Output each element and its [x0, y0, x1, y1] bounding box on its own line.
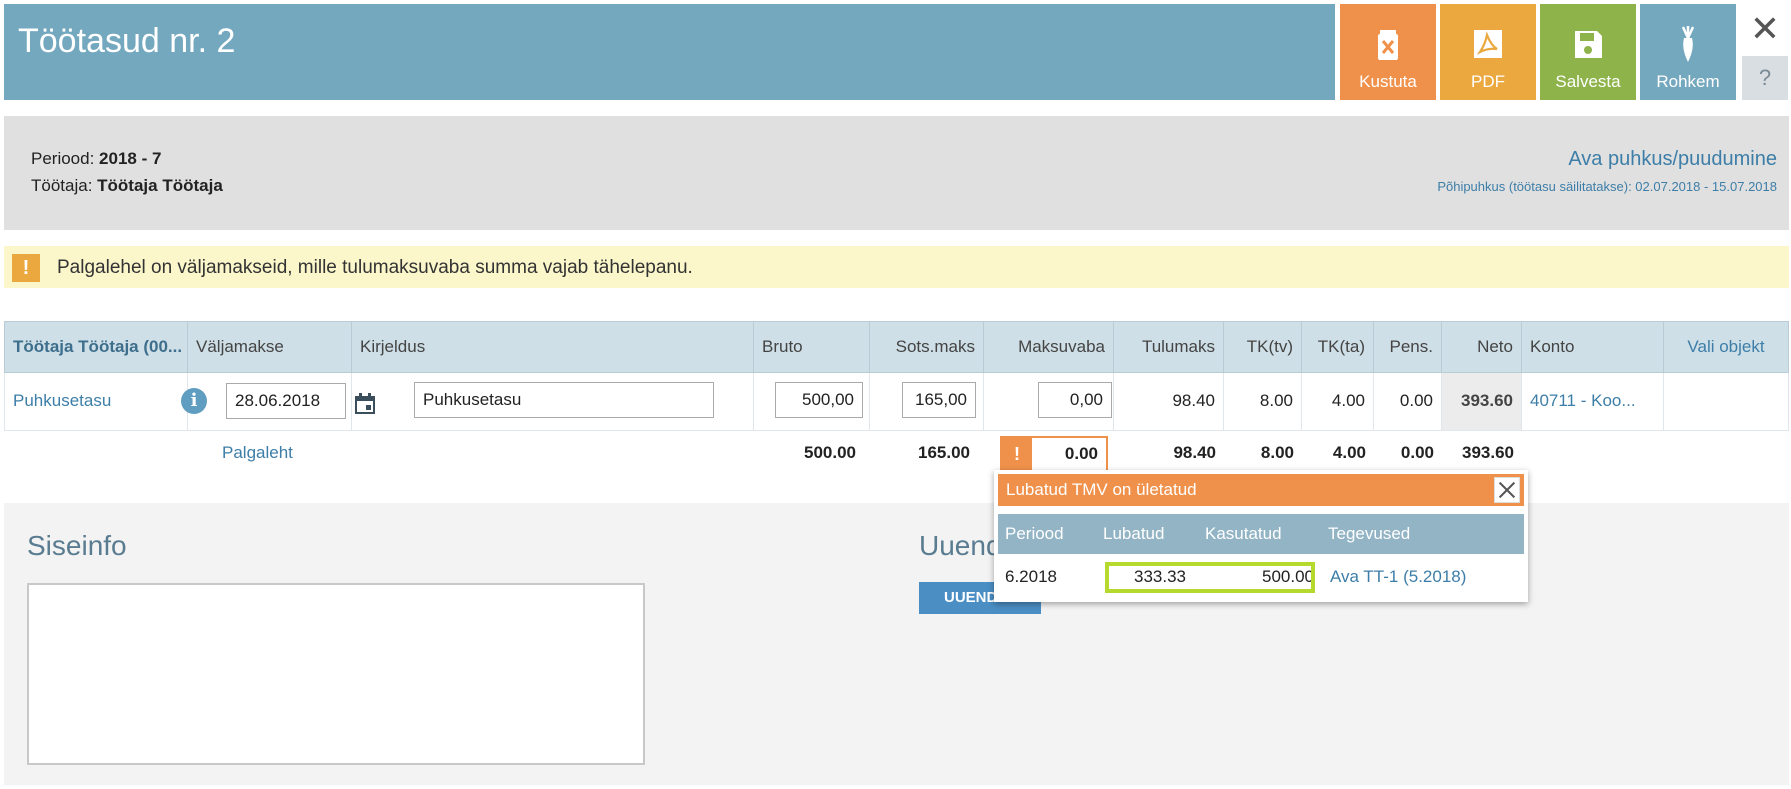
more-button[interactable]: Rohkem — [1640, 4, 1736, 100]
payout-date-input[interactable]: 28.06.2018 — [226, 383, 346, 419]
row-tk-tv: 8.00 — [1224, 373, 1302, 431]
warning-icon: ! — [12, 254, 40, 282]
pdf-icon — [1474, 30, 1502, 58]
popup-row-period: 6.2018 — [1005, 567, 1057, 586]
header-payout: Väljamakse — [188, 321, 352, 373]
header-net: Neto — [1442, 321, 1522, 373]
header-pension: Pens. — [1374, 321, 1442, 373]
select-object-link[interactable]: Vali objekt — [1664, 321, 1789, 373]
updates-title: Uuend — [919, 530, 1002, 561]
row-type-link[interactable]: Puhkusetasu — [13, 391, 111, 410]
warning-text: Palgalehel on väljamakseid, mille tuluma… — [57, 257, 693, 278]
delete-button[interactable]: Kustuta — [1340, 4, 1436, 100]
account-link[interactable]: 40711 - Koo... — [1530, 391, 1636, 410]
header-social: Sots.maks — [870, 321, 984, 373]
taxfree-total-warning[interactable]: ! 0.00 — [1000, 436, 1108, 472]
employee-value: Töötaja Töötaja — [97, 176, 223, 195]
popup-title: Lubatud TMV on ületatud — [998, 474, 1524, 506]
total-tk-tv: 8.00 — [1260, 443, 1294, 462]
header-tk-tv: TK(tv) — [1224, 321, 1302, 373]
warning-banner: ! Palgalehel on väljamakseid, mille tulu… — [4, 246, 1789, 288]
row-pension: 0.00 — [1374, 373, 1442, 431]
row-incometax: 98.40 — [1114, 373, 1224, 431]
page-title: Töötasud nr. 2 — [18, 22, 236, 60]
popup-col-period: Periood — [1005, 524, 1064, 543]
close-icon[interactable]: ✕ — [1742, 4, 1788, 54]
header-gross: Bruto — [754, 321, 870, 373]
header-account: Konto — [1522, 321, 1664, 373]
pdf-button[interactable]: PDF — [1440, 4, 1536, 100]
pdf-label: PDF — [1471, 72, 1505, 91]
page-header: Töötasud nr. 2 — [4, 4, 1335, 100]
row-object-cell — [1664, 373, 1789, 431]
social-tax-input[interactable]: 165,00 — [902, 382, 976, 418]
header-incometax: Tulumaks — [1114, 321, 1224, 373]
employee-label: Töötaja: — [31, 176, 98, 195]
row-tk-ta: 4.00 — [1302, 373, 1374, 431]
header-tk-ta: TK(ta) — [1302, 321, 1374, 373]
employee-line: Töötaja: Töötaja Töötaja — [31, 176, 223, 196]
floppy-icon — [1575, 31, 1602, 58]
payslip-link[interactable]: Palgaleht — [222, 443, 342, 463]
popup-open-tt1-link[interactable]: Ava TT-1 (5.2018) — [1330, 556, 1466, 598]
taxfree-input[interactable]: 0,00 — [1038, 382, 1112, 418]
popup-col-actions: Tegevused — [1328, 524, 1411, 543]
info-panel: Periood: 2018 - 7 Töötaja: Töötaja Tööta… — [4, 116, 1789, 230]
popup-close-icon[interactable] — [1494, 477, 1520, 503]
more-label: Rohkem — [1656, 72, 1720, 91]
header-employee[interactable]: Töötaja Töötaja (00... — [4, 321, 188, 373]
total-pension: 0.00 — [1400, 443, 1434, 462]
row-type-cell: Puhkusetasu — [4, 373, 188, 431]
row-account-cell: 40711 - Koo... — [1522, 373, 1664, 431]
header-taxfree: Maksuvaba — [984, 321, 1114, 373]
description-input[interactable]: Puhkusetasu — [414, 382, 714, 418]
help-button[interactable]: ? — [1742, 56, 1788, 100]
total-taxfree: 0.00 — [1064, 444, 1098, 463]
total-incometax: 98.40 — [1173, 443, 1216, 462]
total-social: 165.00 — [918, 443, 970, 462]
save-button[interactable]: Salvesta — [1540, 4, 1636, 100]
taxfree-warning-icon: ! — [1002, 438, 1032, 470]
header-description: Kirjeldus — [352, 321, 754, 373]
popup-col-used: Kasutatud — [1205, 524, 1282, 543]
popup-table-header: Periood Lubatud Kasutatud Tegevused — [998, 514, 1524, 554]
period-label: Periood: — [31, 149, 100, 168]
popup-col-allowed: Lubatud — [1103, 524, 1165, 543]
save-label: Salvesta — [1555, 72, 1621, 91]
row-net: 393.60 — [1442, 373, 1522, 431]
period-value: 2018 - 7 — [99, 149, 162, 168]
popup-value-highlight — [1105, 562, 1315, 593]
gross-input[interactable]: 500,00 — [775, 382, 863, 418]
total-net: 393.60 — [1462, 443, 1514, 462]
carrot-icon — [1681, 26, 1695, 62]
internal-info-textarea[interactable] — [27, 583, 645, 765]
tmv-exceeded-popup: Lubatud TMV on ületatud Periood Lubatud … — [994, 470, 1528, 602]
popup-title-text: Lubatud TMV on ületatud — [1006, 480, 1197, 499]
open-vacation-link[interactable]: Ava puhkus/puudumine — [1568, 148, 1777, 171]
total-gross: 500.00 — [804, 443, 856, 462]
internal-info-title: Siseinfo — [27, 530, 127, 561]
vacation-note: Põhipuhkus (töötasu säilitatakse): 02.07… — [1437, 179, 1777, 194]
total-tk-ta: 4.00 — [1332, 443, 1366, 462]
period-line: Periood: 2018 - 7 — [31, 149, 161, 169]
delete-label: Kustuta — [1359, 72, 1417, 91]
trash-icon — [1378, 30, 1398, 60]
